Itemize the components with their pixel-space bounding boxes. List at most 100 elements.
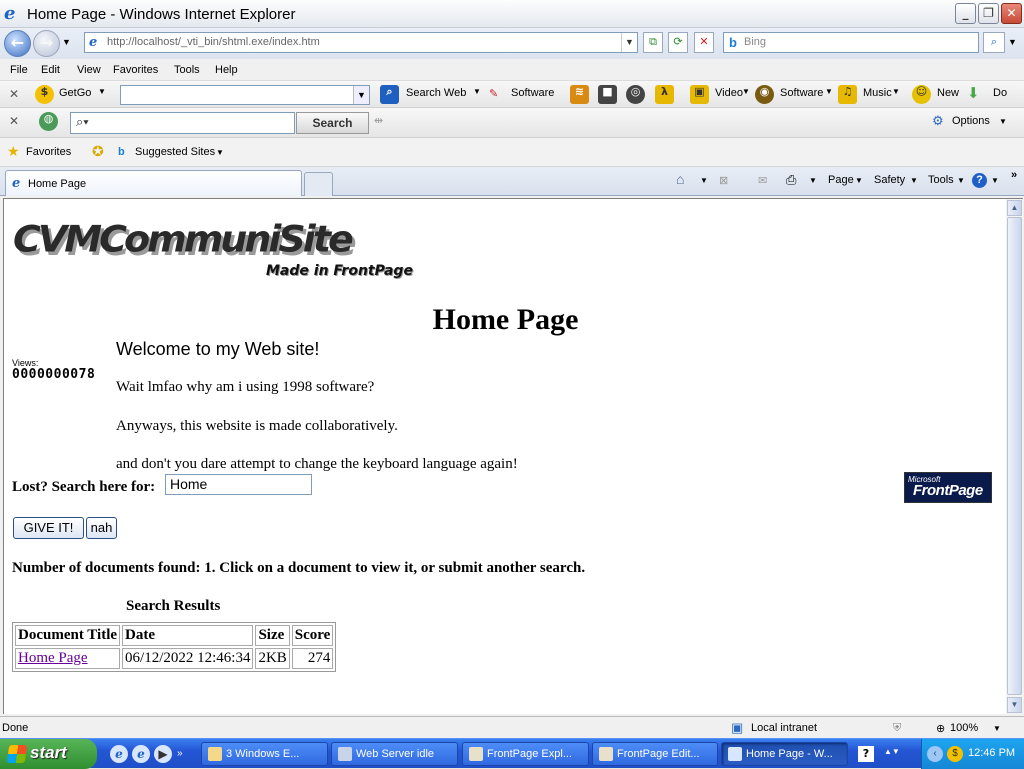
toolbar-search-button[interactable]: Search [296, 112, 369, 134]
software-button[interactable]: Software [511, 87, 554, 99]
add-favorites-icon[interactable]: ✪ [92, 143, 104, 160]
zone-text[interactable]: Local intranet [751, 722, 817, 734]
recent-pages-dropdown-icon[interactable]: ▼ [62, 37, 71, 47]
getgo-label[interactable]: GetGo [59, 87, 91, 99]
restore-button[interactable]: ❐ [978, 3, 999, 24]
search-web-dropdown-icon[interactable]: ▼ [473, 87, 481, 96]
compatibility-icon[interactable]: ⧉ [643, 32, 663, 53]
quicklaunch-media-icon[interactable]: ▶ [154, 745, 172, 763]
print-dropdown-icon[interactable]: ▼ [809, 176, 817, 185]
tray-expand-icon[interactable]: ‹ [927, 746, 943, 762]
home-dropdown-icon[interactable]: ▼ [700, 176, 708, 185]
bing-suggested-icon: b [118, 146, 125, 158]
vertical-scrollbar[interactable]: ▲ ▼ [1006, 198, 1023, 714]
toolbar-grip-icon[interactable]: ⇹ [374, 114, 383, 127]
route-icon[interactable]: λ [655, 85, 674, 104]
options-button[interactable]: Options [952, 115, 990, 127]
stop-icon[interactable]: ✕ [694, 32, 714, 53]
home-icon[interactable]: ⌂ [676, 171, 684, 187]
close-toolbar2-icon[interactable]: ✕ [9, 114, 19, 128]
software-dropdown-icon[interactable]: ▼ [825, 87, 833, 96]
getgo-dropdown-icon[interactable]: ▼ [98, 87, 106, 96]
bing-search-input[interactable]: b Bing [723, 32, 979, 53]
reset-button[interactable]: nah [86, 517, 117, 539]
toolbar-more-button[interactable]: Do [993, 87, 1007, 99]
search-web-button[interactable]: Search Web [406, 87, 466, 99]
quicklaunch-ie2-icon[interactable]: e [132, 745, 150, 763]
menu-edit[interactable]: Edit [41, 64, 60, 76]
task-web-server[interactable]: Web Server idle [331, 742, 458, 766]
print-icon[interactable]: ⎙ [786, 172, 796, 188]
close-toolbar-icon[interactable]: ✕ [9, 87, 19, 101]
video-chat-icon[interactable]: ■ [598, 85, 617, 104]
start-button[interactable]: start [0, 739, 97, 769]
suggested-sites-button[interactable]: Suggested Sites [135, 146, 215, 158]
menu-help[interactable]: Help [215, 64, 238, 76]
help-dropdown-icon[interactable]: ▼ [991, 176, 999, 185]
music-dropdown-icon[interactable]: ▼ [892, 87, 900, 96]
intro-line-3: and don't you dare attempt to change the… [116, 456, 518, 472]
new-button[interactable]: New [937, 87, 959, 99]
tools-menu[interactable]: Tools [928, 174, 954, 186]
scroll-up-icon[interactable]: ▲ [1007, 200, 1022, 216]
toolbar-search-input[interactable]: ⌕▾ [70, 112, 295, 134]
favorites-button[interactable]: Favorites [26, 146, 71, 158]
server-icon [338, 747, 352, 761]
zoom-level[interactable]: 100% [950, 722, 978, 734]
quicklaunch-more-icon[interactable]: » [177, 748, 183, 759]
scroll-thumb[interactable] [1007, 217, 1022, 695]
forward-button[interactable]: → [33, 30, 60, 57]
zoom-dropdown-icon[interactable]: ▼ [993, 724, 1001, 733]
tab-home-page[interactable]: e Home Page [5, 170, 302, 196]
scroll-down-icon[interactable]: ▼ [1007, 697, 1022, 713]
taskbar-menu-icon[interactable]: ▲▼ [884, 747, 900, 756]
tray-getgo-icon[interactable]: $ [947, 746, 963, 762]
start-label: start [30, 743, 67, 762]
task-frontpage-editor[interactable]: FrontPage Edit... [592, 742, 718, 766]
mail-icon[interactable]: ✉ [758, 174, 767, 187]
quicklaunch-ie-icon[interactable]: e [110, 745, 128, 763]
suggested-dropdown-icon[interactable]: ▼ [216, 148, 224, 157]
safety-menu[interactable]: Safety [874, 174, 905, 186]
minimize-button[interactable]: _ [955, 3, 976, 24]
close-window-button[interactable]: ✕ [1001, 3, 1022, 24]
address-dropdown-icon[interactable]: ▼ [621, 33, 637, 52]
getgo-search-input[interactable]: ▼ [120, 85, 370, 105]
address-bar[interactable]: e http://localhost/_vti_bin/shtml.exe/in… [84, 32, 638, 53]
chevron-more-icon[interactable]: » [1011, 169, 1017, 181]
help-icon[interactable]: ? [972, 173, 987, 188]
feeds-icon[interactable]: ⊠ [719, 174, 728, 187]
rss-icon[interactable]: ≋ [570, 85, 589, 104]
globe-icon[interactable]: ◎ [626, 85, 645, 104]
download-icon[interactable]: ⬇ [967, 84, 980, 102]
submit-search-button[interactable]: GIVE IT! [13, 517, 84, 539]
site-search-input[interactable]: Home [165, 474, 312, 495]
software-menu[interactable]: Software [780, 87, 823, 99]
frontpage-badge[interactable]: Microsoft FrontPage [904, 472, 992, 503]
menu-file[interactable]: File [10, 64, 28, 76]
options-dropdown-icon[interactable]: ▼ [999, 117, 1007, 126]
video-dropdown-icon[interactable]: ▼ [742, 87, 750, 96]
new-tab-button[interactable] [304, 172, 333, 196]
task-frontpage-explorer[interactable]: FrontPage Expl... [462, 742, 589, 766]
menu-tools[interactable]: Tools [174, 64, 200, 76]
safety-dropdown-icon[interactable]: ▼ [910, 176, 918, 185]
getgo-toolbar: ✕ $ GetGo ▼ ▼ ⌕ Search Web ▼ ✎ Software … [0, 81, 1024, 108]
menu-favorites[interactable]: Favorites [113, 64, 158, 76]
menu-view[interactable]: View [77, 64, 101, 76]
search-icon[interactable]: ⌕ [983, 32, 1005, 53]
protected-mode-icon[interactable]: ⛨ [893, 722, 901, 735]
task-label: Web Server idle [356, 748, 435, 760]
page-menu[interactable]: Page [828, 174, 854, 186]
help-task-icon[interactable]: ? [858, 746, 874, 762]
tools-dropdown-icon[interactable]: ▼ [957, 176, 965, 185]
video-menu[interactable]: Video [715, 87, 743, 99]
task-windows-explorer[interactable]: 3 Windows E... [201, 742, 328, 766]
refresh-icon[interactable]: ⟳ [668, 32, 688, 53]
task-home-page-ie[interactable]: Home Page - W... [721, 742, 848, 766]
result-link[interactable]: Home Page [18, 650, 88, 666]
search-options-dropdown-icon[interactable]: ▼ [1008, 37, 1017, 47]
back-button[interactable]: ← [4, 30, 31, 57]
music-menu[interactable]: Music [863, 87, 892, 99]
page-dropdown-icon[interactable]: ▼ [855, 176, 863, 185]
